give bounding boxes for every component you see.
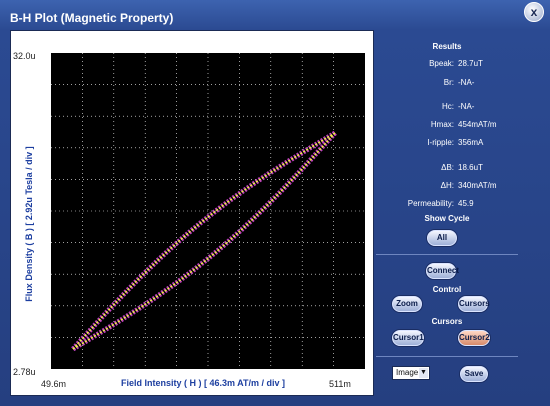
- plot-grid: [51, 53, 365, 369]
- delta-b-value: 18.6uT: [458, 163, 483, 172]
- cursors-heading: Cursors: [431, 317, 463, 326]
- y-axis-max-label: 32.0u: [13, 51, 36, 61]
- chevron-down-icon: ▼: [419, 368, 428, 378]
- bh-plot-window: B-H Plot (Magnetic Property) x 32.0u 2.7…: [0, 0, 550, 406]
- trace-upper-branch: [71, 130, 337, 351]
- br-label: Br:: [443, 78, 454, 87]
- delta-h-value: 340mAT/m: [458, 181, 497, 190]
- window-title: B-H Plot (Magnetic Property): [10, 11, 174, 25]
- hc-value: -NA-: [458, 102, 475, 111]
- bh-plot-area[interactable]: [51, 53, 365, 369]
- trace-upper-highlight: [72, 132, 336, 350]
- x-axis-min-label: 49.6m: [41, 379, 67, 389]
- connect-button[interactable]: Connect: [426, 263, 459, 279]
- hmax-value: 454mAT/m: [458, 120, 497, 129]
- export-format-value: Image: [396, 368, 419, 377]
- hmax-label: Hmax:: [430, 120, 454, 129]
- trace-lower-highlight: [72, 132, 336, 350]
- delta-b-label: ΔB:: [441, 163, 454, 172]
- permeability-label: Permeability:: [407, 199, 454, 208]
- hysteresis-trace: [71, 130, 337, 352]
- delta-h-label: ΔH:: [440, 181, 454, 190]
- cursor1-button[interactable]: Cursor1: [392, 330, 424, 346]
- iripple-value: 356mA: [458, 138, 484, 147]
- title-bar: B-H Plot (Magnetic Property) x: [0, 0, 550, 30]
- x-axis-title: Field Intensity ( H ) [ 46.3m AT/m / div…: [120, 378, 286, 388]
- y-axis-min-label: 2.78u: [13, 367, 36, 377]
- br-value: -NA-: [458, 78, 475, 87]
- trace-lower-branch: [71, 131, 337, 352]
- export-format-select[interactable]: Image ▼: [392, 366, 430, 380]
- cursor2-button[interactable]: Cursor2: [458, 330, 490, 346]
- divider: [376, 254, 518, 255]
- results-heading: Results: [432, 42, 462, 51]
- iripple-label: I-ripple:: [427, 138, 454, 147]
- x-axis-max-label: 511m: [329, 379, 351, 389]
- cursors-button[interactable]: Cursors: [458, 296, 490, 312]
- bh-plot-svg: [51, 53, 365, 369]
- zoom-button[interactable]: Zoom: [392, 296, 422, 312]
- permeability-value: 45.9: [458, 199, 474, 208]
- control-heading: Control: [432, 285, 462, 294]
- show-all-cycles-button[interactable]: All: [427, 230, 457, 246]
- y-axis-title: Flux Density ( B ) [ 2.92u Tesla / div ]: [24, 146, 34, 302]
- save-button[interactable]: Save: [460, 366, 488, 382]
- bpeak-label: Bpeak:: [429, 59, 454, 68]
- show-cycle-heading: Show Cycle: [424, 214, 470, 223]
- divider: [376, 356, 518, 357]
- hc-label: Hc:: [442, 102, 454, 111]
- plot-panel: 32.0u 2.78u Flux Density ( B ) [ 2.92u T…: [10, 30, 374, 396]
- close-button[interactable]: x: [524, 2, 544, 22]
- bpeak-value: 28.7uT: [458, 59, 483, 68]
